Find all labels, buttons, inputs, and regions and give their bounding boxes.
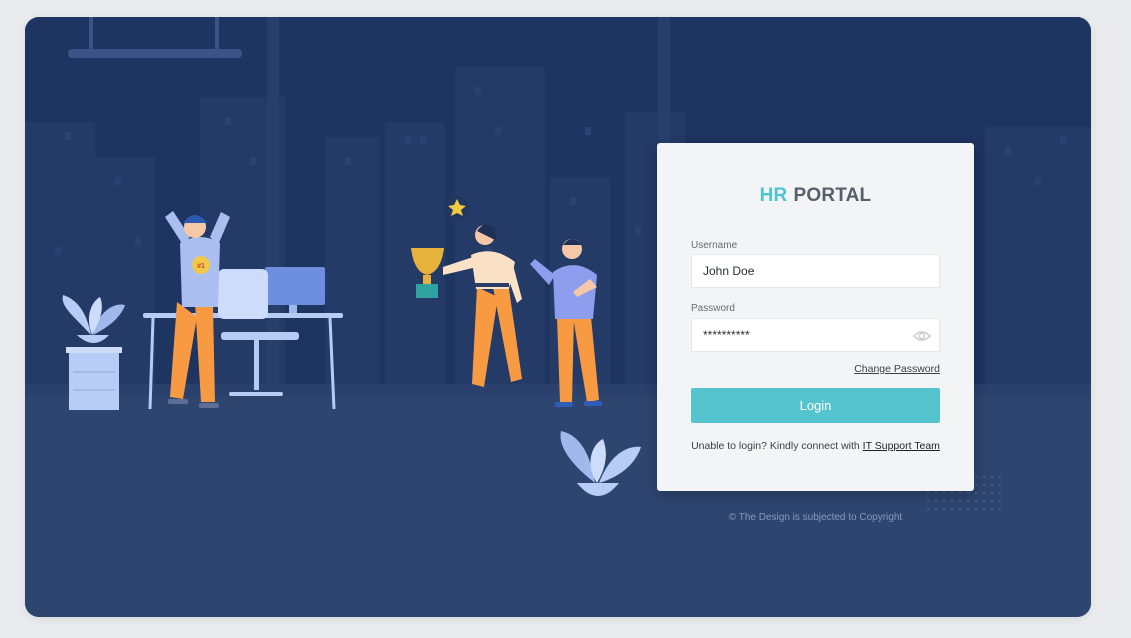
change-password-link[interactable]: Change Password [854, 363, 940, 375]
eye-icon[interactable] [913, 329, 931, 343]
badge-text: #1 [197, 263, 205, 270]
logo-portal: PORTAL [793, 185, 872, 206]
password-input[interactable] [691, 318, 940, 352]
login-help-text: Unable to login? Kindly connect with [691, 440, 860, 452]
star-icon [445, 196, 469, 220]
portal-logo: HR PORTAL [657, 185, 974, 207]
username-label: Username [691, 240, 738, 251]
login-card: HRPORTAL Username Password Change Passwo… [657, 143, 974, 491]
potted-plant-left [62, 295, 125, 410]
login-help: Unable to login? Kindly connect with IT … [657, 440, 974, 452]
copyright-text: © The Design is subjected to Copyright [728, 512, 903, 523]
username-input[interactable] [691, 254, 940, 288]
it-support-link[interactable]: IT Support Team [863, 440, 940, 452]
logo-hr: HR [759, 185, 788, 206]
password-label: Password [691, 303, 735, 314]
login-page-frame: #1 HR PORTAL Username John Doe Password … [25, 17, 1091, 617]
login-button[interactable]: Login [691, 388, 940, 423]
